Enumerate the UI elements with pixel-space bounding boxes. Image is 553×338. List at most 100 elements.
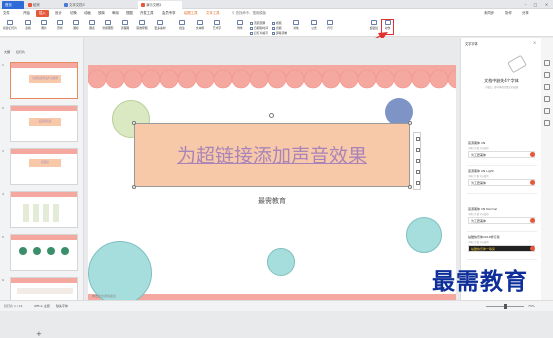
textbox-button[interactable]: 文本框: [192, 20, 208, 30]
download-icon[interactable]: [530, 218, 535, 223]
menu-view[interactable]: 视图: [126, 10, 133, 17]
slide-thumbnail-5[interactable]: [10, 234, 78, 271]
symbol-button[interactable]: 符号: [322, 20, 338, 30]
font-card[interactable]: 思源黑体 CN Normal 字体已下载 可以使用 为工匠美体: [467, 206, 537, 232]
datetime-button[interactable]: 日期和时间: [250, 26, 268, 30]
slide-thumbnail-3[interactable]: 超链接: [10, 148, 78, 185]
top-scallop-band: [88, 65, 456, 89]
mindmap-button[interactable]: 思维导图: [134, 20, 150, 30]
menu-design[interactable]: 设计: [55, 10, 62, 17]
help-icon[interactable]: [544, 120, 550, 126]
maximize-icon[interactable]: □: [532, 1, 539, 8]
smartart-button[interactable]: 智能图形: [100, 20, 116, 30]
equation-button[interactable]: 公式: [306, 20, 322, 30]
add-slide-button[interactable]: +: [36, 330, 42, 338]
resize-handle[interactable]: [132, 185, 136, 189]
resize-handle[interactable]: [408, 121, 412, 125]
screen-record-label: 屏幕录制: [276, 31, 288, 35]
menu-member[interactable]: 会员专享: [162, 10, 176, 17]
font-status: 字体已下载 可以使用: [468, 147, 489, 150]
menu-insert[interactable]: 插入: [36, 10, 49, 17]
tab-home[interactable]: 首页: [2, 1, 24, 9]
menu-text-tools[interactable]: 文本工具: [206, 10, 220, 17]
comment-button[interactable]: 批注: [174, 20, 190, 30]
pen-icon[interactable]: [415, 159, 420, 163]
menu-search-label: 查找命令、搜索模板: [235, 11, 267, 15]
slide-title[interactable]: 为超链接添加声音效果: [134, 141, 410, 168]
font-card[interactable]: 思源黑体 CN Light 字体已下载 可以使用 为工匠美体: [467, 168, 537, 194]
picture-button[interactable]: 图片: [36, 20, 52, 30]
tab-text-doc[interactable]: 文本文档3: [61, 1, 103, 9]
action-icon: [384, 20, 391, 25]
font-card[interactable]: 站酷快乐体2016修订版 字体已下载 可以使用 站酷快乐体一等奖: [467, 234, 537, 260]
menu-bar: 文件 开始 插入 设计 切换 动画 放映 审阅 视图 开发工具 会员专享 绘图工…: [0, 9, 553, 18]
resize-handle[interactable]: [408, 185, 412, 189]
collaborate-button[interactable]: 协作: [505, 10, 512, 17]
menu-home[interactable]: 开始: [23, 10, 30, 17]
tab-outline[interactable]: 大纲: [4, 50, 10, 54]
download-icon[interactable]: [530, 180, 535, 185]
object-button[interactable]: 对象: [288, 20, 304, 30]
hyperlink-icon: [371, 20, 377, 25]
menu-file[interactable]: 文件: [3, 10, 10, 17]
more-icon[interactable]: [415, 181, 420, 185]
zoom-slider-thumb[interactable]: [504, 304, 507, 309]
resize-handle[interactable]: [132, 121, 136, 125]
attachment-button[interactable]: 附件: [232, 20, 248, 30]
download-icon[interactable]: [530, 152, 535, 157]
flowchart-button[interactable]: 流程图: [117, 20, 133, 30]
tab-docer[interactable]: 稻壳: [25, 1, 59, 9]
wordart-button[interactable]: 艺术字: [209, 20, 225, 30]
new-slide-button[interactable]: 新建幻灯片: [2, 20, 18, 30]
chart-button[interactable]: 图表: [84, 20, 100, 30]
menu-slideshow[interactable]: 放映: [98, 10, 105, 17]
slide-thumbnail-4[interactable]: [10, 191, 78, 228]
brush-icon[interactable]: [415, 170, 420, 174]
slide[interactable]: 为超链接添加声音效果 最需教育: [88, 65, 456, 311]
minus-icon[interactable]: [415, 148, 420, 152]
screen-record-button[interactable]: 屏幕录制: [272, 31, 287, 35]
slide-thumbnail-2[interactable]: 设置超链接: [10, 105, 78, 142]
slide-subtitle[interactable]: 最需教育: [238, 196, 306, 206]
menu-transition[interactable]: 切换: [70, 10, 77, 17]
menu-dev-tools[interactable]: 开发工具: [140, 10, 154, 17]
notes-placeholder[interactable]: 单击此处添加备注: [92, 294, 116, 298]
download-icon[interactable]: [530, 246, 535, 251]
video-button[interactable]: 视频: [272, 21, 282, 25]
menu-drawing-tools[interactable]: 绘图工具: [184, 10, 198, 17]
font-icon[interactable]: [544, 96, 550, 102]
menu-review[interactable]: 审阅: [112, 10, 119, 17]
zoom-level[interactable]: 75%: [528, 304, 535, 308]
more-assets-button[interactable]: 更多素材: [152, 20, 168, 30]
share-button[interactable]: 分享: [522, 10, 529, 17]
shape-icon: [57, 20, 63, 25]
panel-close-icon[interactable]: ×: [533, 40, 536, 45]
shape-button[interactable]: 形状: [52, 20, 68, 30]
header-footer-button[interactable]: 页眉页脚: [250, 21, 265, 25]
font-card[interactable]: 思源黑体 CN 字体已下载 可以使用 为工匠美体: [467, 140, 537, 166]
slide-thumbnail-1[interactable]: 为超链接添加声音效果: [10, 62, 78, 99]
datetime-label: 日期和时间: [254, 26, 268, 30]
font-panel: 文字字体 × 文档中缺失4个字体 下载后，即可体验完整文档效果 思源黑体 CN …: [460, 38, 541, 300]
rotate-handle[interactable]: [269, 113, 274, 118]
close-icon[interactable]: ×: [543, 1, 550, 8]
layers-icon[interactable]: [415, 137, 420, 141]
menu-search[interactable]: ⚲ 查找命令、搜索模板: [232, 10, 266, 17]
mindmap-label: 思维导图: [136, 26, 148, 30]
minimize-icon[interactable]: –: [522, 1, 529, 8]
hyperlink-button[interactable]: 超链接: [366, 20, 382, 30]
missing-font-button[interactable]: 缺失字体: [56, 304, 68, 308]
style-icon[interactable]: [544, 72, 550, 78]
unsynced-label[interactable]: 未同步: [484, 10, 494, 17]
audio-button[interactable]: 音频: [272, 26, 282, 30]
slide-number-button[interactable]: 幻灯片编号: [250, 31, 268, 35]
share-icon[interactable]: [544, 108, 550, 114]
table-button[interactable]: 表格: [20, 20, 36, 30]
properties-icon[interactable]: [544, 60, 550, 66]
tab-slides[interactable]: 幻灯片: [16, 50, 25, 54]
animation-icon[interactable]: [544, 84, 550, 90]
menu-animation[interactable]: 动画: [84, 10, 91, 17]
icon-button[interactable]: 图标: [68, 20, 84, 30]
chart-icon: [89, 20, 95, 25]
tab-presentation[interactable]: 演示文稿1: [138, 1, 182, 9]
